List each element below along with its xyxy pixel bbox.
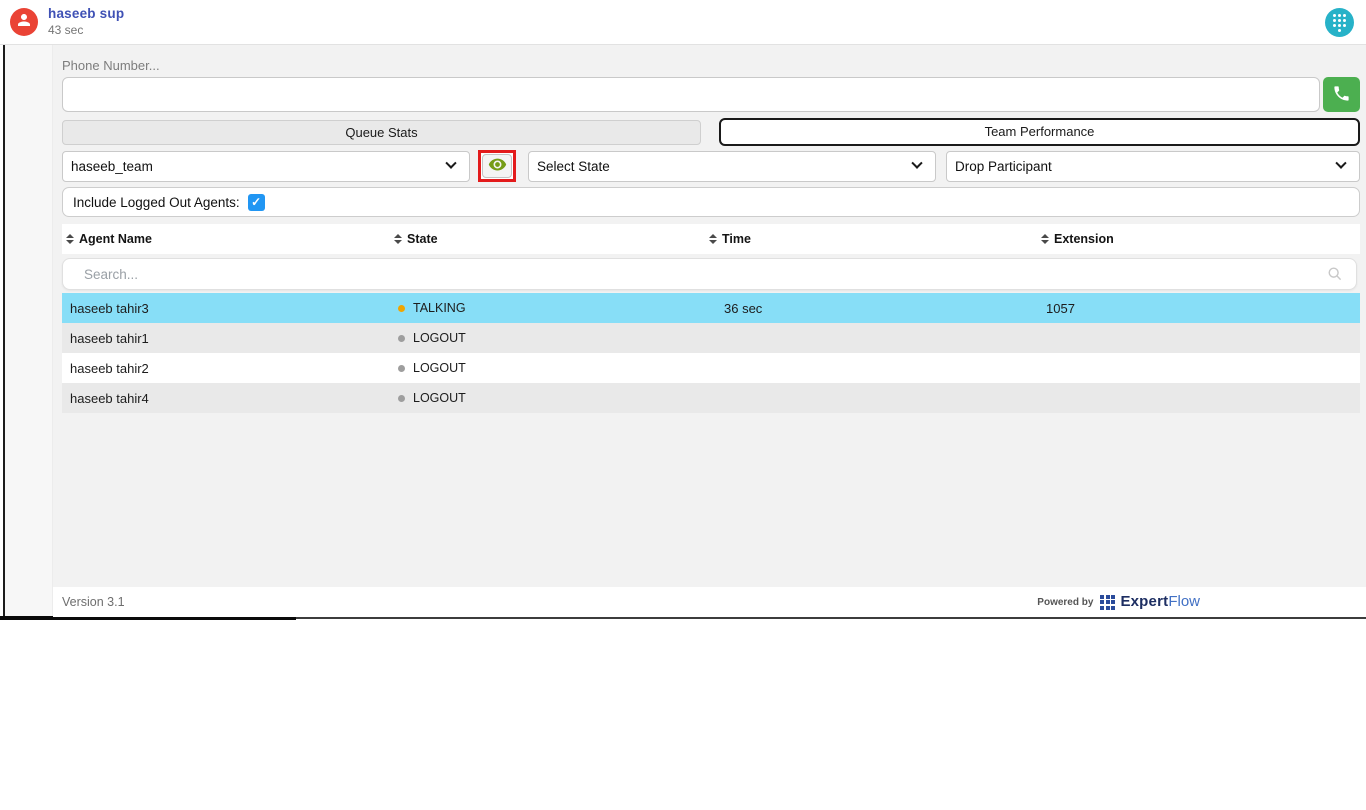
state-label: LOGOUT	[413, 361, 466, 375]
state-select-value: Select State	[537, 159, 610, 174]
state-label: LOGOUT	[413, 331, 466, 345]
status-dot	[398, 395, 405, 402]
user-avatar[interactable]	[10, 8, 38, 36]
include-logged-out-label: Include Logged Out Agents:	[73, 195, 240, 210]
user-name: haseeb sup	[48, 6, 124, 22]
column-header-time[interactable]: Time	[705, 232, 1037, 246]
eye-highlight-box	[478, 150, 516, 182]
table-row[interactable]: haseeb tahir3 TALKING 36 sec 1057	[62, 293, 1360, 323]
phone-number-input[interactable]	[62, 77, 1320, 112]
state-label: LOGOUT	[413, 391, 466, 405]
include-logged-out-checkbox[interactable]: ✓	[248, 194, 265, 211]
version-label: Version 3.1	[62, 595, 125, 609]
brand-light: Flow	[1168, 593, 1200, 610]
agent-name-cell: haseeb tahir4	[62, 391, 390, 406]
search-icon	[1327, 266, 1343, 287]
status-dot	[398, 335, 405, 342]
table-header-row: Agent Name State Time Extension	[62, 224, 1360, 254]
state-cell: LOGOUT	[390, 361, 705, 375]
view-tabs: Queue Stats Team Performance	[62, 118, 1360, 146]
drop-participant-select[interactable]: Drop Participant	[946, 151, 1360, 182]
left-sidebar	[5, 45, 53, 618]
status-dot	[398, 305, 405, 312]
state-label: TALKING	[413, 301, 466, 315]
eye-icon	[488, 155, 507, 177]
state-cell: TALKING	[390, 301, 705, 315]
person-icon	[15, 11, 33, 34]
status-dot	[398, 365, 405, 372]
column-label: Time	[722, 232, 751, 246]
table-row[interactable]: haseeb tahir1 LOGOUT	[62, 323, 1360, 353]
state-select[interactable]: Select State	[528, 151, 936, 182]
viewport-bottom-border-thin	[296, 617, 1366, 619]
column-label: State	[407, 232, 438, 246]
expertflow-wordmark: ExpertFlow	[1120, 593, 1200, 611]
user-info: haseeb sup 43 sec	[48, 6, 124, 37]
phone-icon	[1332, 84, 1351, 106]
sort-icon	[66, 234, 74, 244]
tab-team-performance[interactable]: Team Performance	[719, 118, 1360, 146]
team-select-value: haseeb_team	[71, 159, 153, 174]
chevron-down-icon	[445, 158, 456, 169]
chevron-down-icon	[1335, 158, 1346, 169]
dialer-row	[62, 77, 1360, 112]
expertflow-logo-icon	[1100, 595, 1115, 610]
column-label: Agent Name	[79, 232, 152, 246]
column-header-state[interactable]: State	[390, 232, 705, 246]
table-row[interactable]: haseeb tahir4 LOGOUT	[62, 383, 1360, 413]
sort-icon	[709, 234, 717, 244]
agent-name-cell: haseeb tahir1	[62, 331, 390, 346]
app-footer: Version 3.1 Powered by ExpertFlow	[53, 587, 1366, 617]
state-cell: LOGOUT	[390, 331, 705, 345]
state-cell: LOGOUT	[390, 391, 705, 405]
main-content: Phone Number... Queue Stats Team Perform…	[53, 45, 1366, 617]
extension-cell: 1057	[1037, 301, 1360, 316]
powered-by-label: Powered by	[1037, 597, 1093, 608]
dialpad-button[interactable]	[1325, 8, 1354, 37]
team-select[interactable]: haseeb_team	[62, 151, 470, 182]
phone-number-label: Phone Number...	[62, 58, 1360, 73]
agent-name-cell: haseeb tahir3	[62, 301, 390, 316]
powered-by: Powered by ExpertFlow	[1037, 593, 1200, 611]
state-timer: 43 sec	[48, 24, 124, 38]
column-header-agent-name[interactable]: Agent Name	[62, 232, 390, 246]
filter-row: haseeb_team Select State Drop Participan…	[62, 150, 1360, 182]
column-label: Extension	[1054, 232, 1114, 246]
view-team-button[interactable]	[482, 154, 512, 178]
agent-name-cell: haseeb tahir2	[62, 361, 390, 376]
table-row[interactable]: haseeb tahir2 LOGOUT	[62, 353, 1360, 383]
time-cell: 36 sec	[705, 301, 1037, 316]
dialpad-icon	[1333, 14, 1346, 27]
search-input[interactable]	[62, 258, 1357, 290]
drop-participant-value: Drop Participant	[955, 159, 1052, 174]
chevron-down-icon	[911, 158, 922, 169]
top-bar: haseeb sup 43 sec	[0, 0, 1366, 45]
brand-bold: Expert	[1120, 593, 1168, 610]
include-logged-out-bar: Include Logged Out Agents: ✓	[62, 187, 1360, 217]
sort-icon	[394, 234, 402, 244]
table-search	[62, 258, 1357, 290]
dialpad-icon-dot	[1338, 29, 1341, 32]
call-button[interactable]	[1323, 77, 1360, 112]
column-header-extension[interactable]: Extension	[1037, 232, 1360, 246]
tab-queue-stats[interactable]: Queue Stats	[62, 120, 701, 145]
sort-icon	[1041, 234, 1049, 244]
agents-table: Agent Name State Time Extension haseeb t…	[62, 224, 1360, 413]
